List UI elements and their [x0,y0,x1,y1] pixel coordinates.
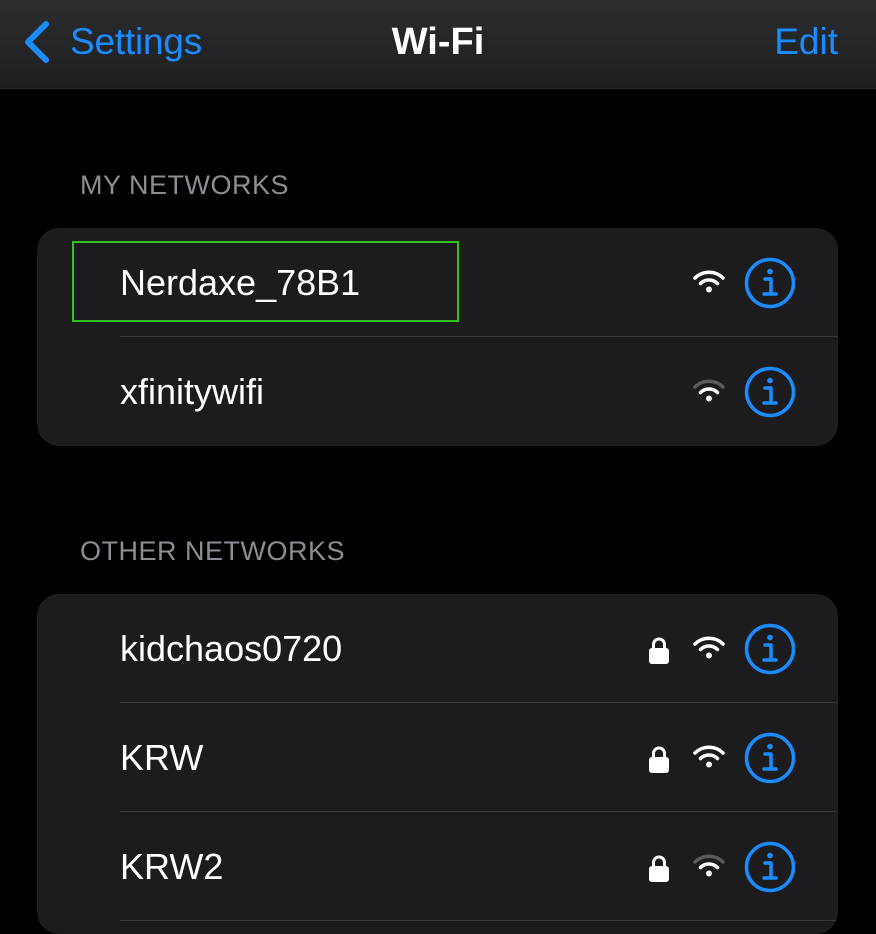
lock-icon [647,853,671,883]
wifi-signal-icon [693,853,725,877]
network-row-kidchaos0720[interactable]: kidchaos0720 [37,594,838,703]
my-networks-header: MY NETWORKS [80,170,290,200]
other-networks-group: kidchaos0720 KRW KRW2 [37,594,838,934]
lock-icon [647,744,671,774]
info-button[interactable] [744,366,796,418]
info-button[interactable] [744,841,796,893]
page-title: Wi-Fi [391,21,485,63]
network-name: Nerdaxe_78B1 [120,262,361,303]
network-row-krw[interactable]: KRW [37,703,838,812]
other-networks-header: OTHER NETWORKS [80,536,346,566]
info-button[interactable] [744,257,796,309]
network-row-nerdaxe[interactable]: Nerdaxe_78B1 [37,228,838,337]
wifi-signal-icon [693,635,725,659]
network-name: KRW [120,737,204,778]
lock-icon [647,635,671,665]
network-row-krw2[interactable]: KRW2 [37,812,838,921]
network-name: KRW2 [120,846,224,887]
info-button[interactable] [744,732,796,784]
wifi-signal-icon [693,378,725,402]
edit-button[interactable]: Edit [774,18,838,66]
wifi-signal-icon [693,269,725,293]
network-name: xfinitywifi [120,371,265,412]
wifi-signal-icon [693,744,725,768]
info-button[interactable] [744,623,796,675]
network-name: kidchaos0720 [120,628,343,669]
row-separator [120,920,838,921]
navigation-bar: Settings Wi-Fi Edit [0,0,876,89]
my-networks-group: Nerdaxe_78B1 xfinitywifi [37,228,838,446]
network-row-xfinitywifi[interactable]: xfinitywifi [37,337,838,446]
